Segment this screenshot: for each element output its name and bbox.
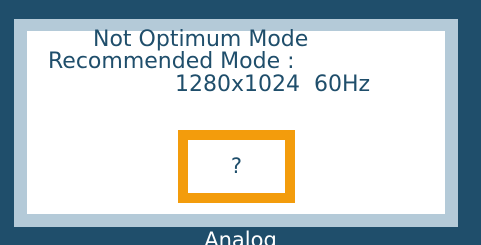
recommended-resolution-value: 1280x1024 60Hz: [175, 72, 371, 97]
not-optimum-mode-text: Not Optimum Mode: [93, 27, 309, 52]
input-source-label: Analog: [204, 228, 277, 245]
osd-frame: Not Optimum Mode Recommended Mode : 1280…: [0, 0, 481, 245]
question-mark-icon: ?: [230, 154, 243, 178]
recommended-mode-label: Recommended Mode :: [48, 49, 295, 74]
help-button[interactable]: ?: [178, 130, 295, 203]
